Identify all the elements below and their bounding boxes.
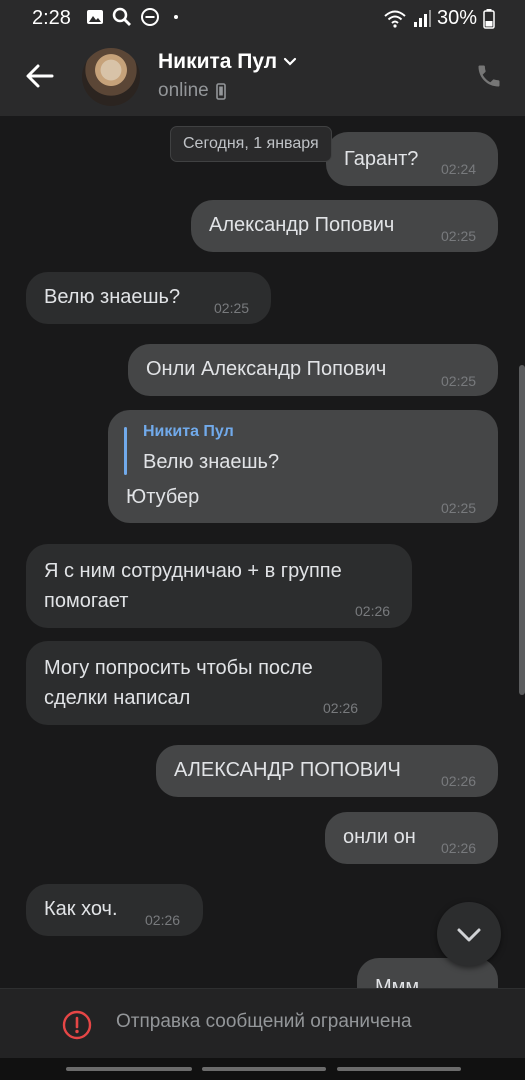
date-separator: Сегодня, 1 января <box>170 126 332 162</box>
warning-circle-icon <box>62 1010 92 1040</box>
message-time: 02:25 <box>214 300 250 316</box>
dot-icon <box>174 15 178 19</box>
message-time: 02:26 <box>355 603 391 619</box>
phone-icon[interactable] <box>475 62 503 90</box>
chat-header: Никита Пул online <box>0 38 525 116</box>
presence-text: online <box>158 80 209 101</box>
message-outgoing[interactable]: Александр Попович <box>191 200 498 252</box>
reply-author: Никита Пул <box>143 423 234 440</box>
signal-icon <box>413 9 431 27</box>
presence-status: online <box>158 80 226 102</box>
message-outgoing[interactable]: Гарант? <box>326 132 498 186</box>
chevron-down-icon <box>457 928 481 942</box>
message-time: 02:25 <box>441 373 477 389</box>
message-list[interactable]: Гарант? 02:24 Сегодня, 1 января Александ… <box>0 116 525 988</box>
avatar[interactable] <box>82 48 140 106</box>
status-bar: 2:28 30% <box>0 0 525 38</box>
message-outgoing[interactable]: онли он <box>325 812 498 864</box>
reply-accent-bar <box>124 427 127 475</box>
system-navigation-bar <box>0 1058 525 1080</box>
message-time: 02:24 <box>441 161 477 177</box>
message-outgoing-reply[interactable]: Никита Пул Велю знаешь? Ютубер <box>108 410 498 523</box>
message-incoming[interactable]: Как хоч. <box>26 884 203 936</box>
scrollbar-thumb[interactable] <box>519 365 525 695</box>
back-arrow-icon[interactable] <box>22 58 58 94</box>
battery-percent: 30% <box>436 7 477 29</box>
do-not-disturb-icon <box>141 8 159 26</box>
reply-quote: Велю знаешь? <box>143 451 280 473</box>
message-outgoing[interactable]: АЛЕКСАНДР ПОПОВИЧ <box>156 745 498 797</box>
message-time: 02:25 <box>441 500 477 516</box>
message-time: 02:26 <box>441 773 477 789</box>
mobile-icon <box>215 82 226 100</box>
contact-name: Никита Пул <box>158 50 278 73</box>
status-time: 2:28 <box>32 7 71 29</box>
nav-back-button[interactable] <box>337 1067 461 1071</box>
nav-recent-button[interactable] <box>66 1067 192 1071</box>
restriction-banner: Отправка сообщений ограничена <box>0 988 525 1059</box>
battery-icon <box>483 8 495 29</box>
restriction-text: Отправка сообщений ограничена <box>116 1011 412 1032</box>
contact-name-row[interactable]: Никита Пул <box>158 50 297 74</box>
message-time: 02:26 <box>145 912 181 928</box>
message-time: 02:25 <box>441 228 477 244</box>
nav-home-button[interactable] <box>202 1067 326 1071</box>
search-icon <box>112 7 131 26</box>
message-incoming[interactable]: Велю знаешь? <box>26 272 271 324</box>
message-time: 02:26 <box>323 700 359 716</box>
message-text: Ютубер <box>126 486 200 508</box>
chevron-down-icon <box>284 57 297 66</box>
scroll-down-button[interactable] <box>437 902 501 966</box>
wifi-icon <box>384 10 406 28</box>
message-time: 02:26 <box>441 840 477 856</box>
gallery-icon <box>87 10 103 24</box>
